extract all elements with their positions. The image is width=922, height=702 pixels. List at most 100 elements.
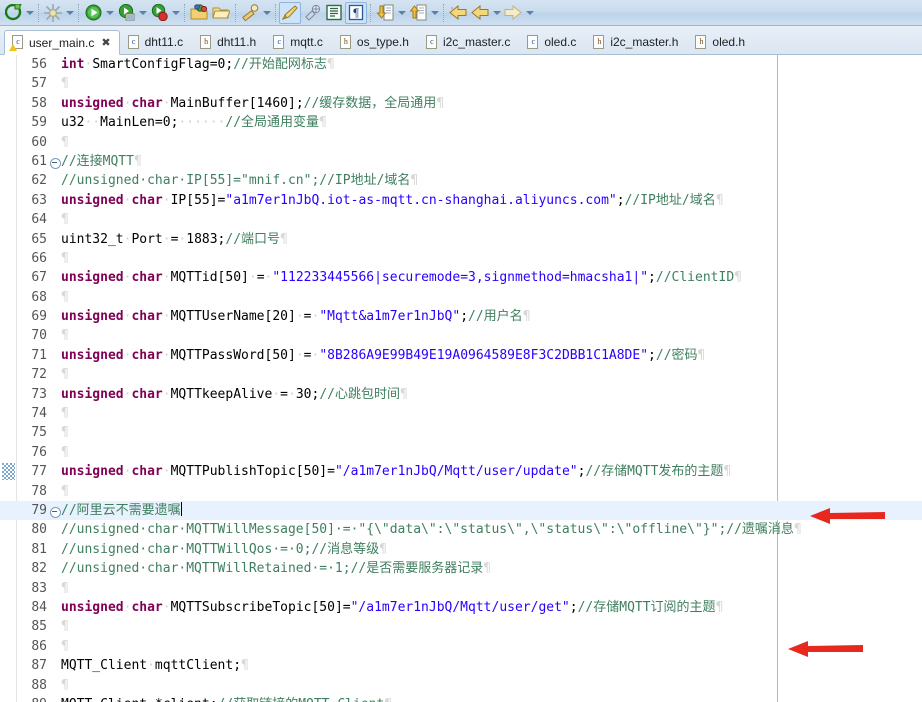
external-tools-dropdown-icon[interactable] [64,2,75,24]
export-icon[interactable] [407,2,429,24]
code-line-text: MQTT_Client·mqttClient;¶ [61,658,249,674]
editor-tab-i2c_master-h[interactable]: h i2c_master.h [585,30,687,54]
code-line[interactable]: 74 ¶ [0,404,922,423]
editor-tab-mqtt-c[interactable]: c mqtt.c [265,30,332,54]
code-line[interactable]: 62 //unsigned·char·IP[55]="mnif.cn";//IP地… [0,171,922,190]
new-c-project-icon[interactable] [188,2,210,24]
code-line[interactable]: 80 //unsigned·char·MQTTWillMessage[50]·=·… [0,520,922,539]
run-as-dropdown-icon[interactable] [137,2,148,24]
forward-dropdown-icon[interactable] [524,2,535,24]
back-icon[interactable] [469,2,491,24]
code-line-text: //阿里云不需要遗嘱 [61,501,182,518]
debug-icon[interactable] [2,2,24,24]
pilcrow-icon[interactable]: ¶ [345,1,367,24]
toolbar-group-stop [148,1,181,25]
debug-dropdown-icon[interactable] [24,2,35,24]
code-line[interactable]: 68 ¶ [0,288,922,307]
code-line[interactable]: 63 unsigned·char·IP[55]="a1m7er1nJbQ.iot-… [0,191,922,210]
show-whitespace-icon[interactable] [323,2,345,24]
editor-tab-bar: c user_main.c ✖ c dht11.c h dht11.h c mqtt.c h os_… [0,26,922,55]
code-line[interactable]: 85 ¶ [0,617,922,636]
code-line[interactable]: 70 ¶ [0,326,922,345]
editor-tab-label: os_type.h [356,35,409,49]
code-line[interactable]: 86 ¶ [0,637,922,656]
code-line[interactable]: 66 ¶ [0,249,922,268]
code-line[interactable]: 56 int·SmartConfigFlag=0;//开始配网标志¶ [0,55,922,74]
line-number: 82 [31,561,47,577]
stop-dropdown-icon[interactable] [170,2,181,24]
code-line[interactable]: 58 unsigned·char·MainBuffer[1460];//缓存数据，… [0,94,922,113]
editor-tab-os_type-h[interactable]: h os_type.h [332,30,418,54]
code-line[interactable]: 65 uint32_t·Port·=·1883;//端口号¶ [0,230,922,249]
code-line[interactable]: 69 unsigned·char·MQTTUserName[20]·=·"Mqtt… [0,307,922,326]
editor-tab-oled-h[interactable]: h oled.h [687,30,754,54]
editor-tab-i2c_master-c[interactable]: c i2c_master.c [418,30,519,54]
import-icon[interactable] [374,2,396,24]
code-line-text: ¶ [61,677,69,693]
code-line[interactable]: 72 ¶ [0,365,922,384]
line-number: 81 [31,541,47,557]
external-tools-icon[interactable] [42,2,64,24]
build-dropdown-icon[interactable] [261,2,272,24]
code-line[interactable]: 76 ¶ [0,443,922,462]
import-dropdown-icon[interactable] [396,2,407,24]
link-editor-icon[interactable] [301,2,323,24]
code-line-text: unsigned·char·IP[55]="a1m7er1nJbQ.iot-as… [61,192,724,208]
code-line[interactable]: 78 ¶ [0,482,922,501]
stop-icon[interactable] [148,2,170,24]
line-number: 75 [31,425,47,441]
run-icon[interactable] [82,2,104,24]
run-dropdown-icon[interactable] [104,2,115,24]
toolbar-separator [38,3,39,22]
editor-tab-user_main-c[interactable]: c user_main.c ✖ [4,30,120,55]
code-line[interactable]: 75 ¶ [0,423,922,442]
c-file-icon: c [526,34,540,50]
code-line[interactable]: 77 unsigned·char·MQTTPublishTopic[50]="/a… [0,462,922,481]
code-line[interactable]: 82 //unsigned·char·MQTTWillRetained·=·1;/… [0,559,922,578]
code-content[interactable]: 56 int·SmartConfigFlag=0;//开始配网标志¶ 57 ¶ 58 un… [0,55,922,702]
code-line[interactable]: 64 ¶ [0,210,922,229]
line-number: 85 [31,619,47,635]
code-line-text: unsigned·char·MQTTUserName[20]·=·"Mqtt&a… [61,309,531,325]
run-as-icon[interactable] [115,2,137,24]
code-line[interactable]: 87 MQTT_Client·mqttClient;¶ [0,656,922,675]
editor-tab-dht11-h[interactable]: h dht11.h [192,30,265,54]
forward-icon[interactable] [502,2,524,24]
code-line[interactable]: 57 ¶ [0,74,922,93]
code-line[interactable]: 89 MQTT_Client·*client;//获取链接的MQTT_Client… [0,695,922,702]
back-history-dropdown-icon[interactable] [491,2,502,24]
editor-tab-oled-c[interactable]: c oled.c [519,30,585,54]
toolbar-group-run [82,1,115,25]
tab-close-icon[interactable]: ✖ [101,36,110,49]
back-history-icon[interactable] [447,2,469,24]
highlight-pen-icon[interactable] [279,1,301,24]
build-icon[interactable] [239,2,261,24]
code-line[interactable]: 83 ¶ [0,579,922,598]
code-line[interactable]: 81 //unsigned·char·MQTTWillQos·=·0;//消息等级… [0,540,922,559]
editor-tab-dht11-c[interactable]: c dht11.c [120,30,192,54]
fold-collapse-icon[interactable] [50,501,61,520]
code-line[interactable]: 61 //连接MQTT¶ [0,152,922,171]
code-line[interactable]: 67 unsigned·char·MQTTid[50]·=·"1122334455… [0,268,922,287]
code-line[interactable]: 88 ¶ [0,676,922,695]
code-line[interactable]: 79 //阿里云不需要遗嘱 [0,500,922,521]
code-line[interactable]: 71 unsigned·char·MQTTPassWord[50]·=·"8B28… [0,346,922,365]
line-number: 66 [31,250,47,266]
code-line[interactable]: 59 u32··MainLen=0;······//全局通用变量¶ [0,113,922,132]
export-dropdown-icon[interactable] [429,2,440,24]
code-line[interactable]: 73 unsigned·char·MQTTkeepAlive·=·30;//心跳包… [0,385,922,404]
code-line-text: //unsigned·char·MQTTWillQos·=·0;//消息等级¶ [61,541,387,557]
header-file-icon: h [339,34,353,50]
code-line[interactable]: 84 unsigned·char·MQTTSubscribeTopic[50]="… [0,598,922,617]
code-editor[interactable]: 56 int·SmartConfigFlag=0;//开始配网标志¶ 57 ¶ 58 un… [0,55,922,702]
fold-collapse-icon[interactable] [50,152,61,171]
code-line[interactable]: 60 ¶ [0,133,922,152]
open-folder-icon[interactable] [210,2,232,24]
